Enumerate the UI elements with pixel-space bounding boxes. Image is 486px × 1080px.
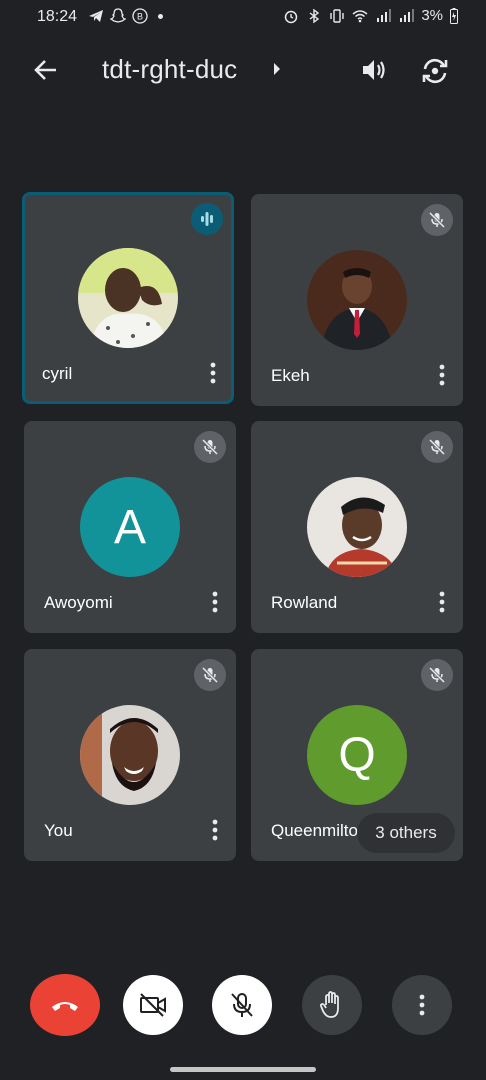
more-vert-icon[interactable] — [439, 591, 445, 613]
telegram-icon — [89, 10, 103, 22]
more-vert-icon[interactable] — [439, 364, 445, 386]
end-call-button[interactable] — [30, 974, 100, 1036]
bluetooth-icon — [309, 8, 320, 23]
participant-name: cyril — [42, 364, 73, 383]
participant-tile-ekeh[interactable]: Ekeh — [251, 194, 463, 406]
camera-off-icon — [140, 993, 166, 1017]
battery-percent: 3% — [421, 7, 443, 24]
hand-icon — [320, 991, 339, 1018]
alarm-icon — [285, 10, 298, 23]
participant-tile-awoyomi[interactable]: A Awoyomi — [24, 421, 236, 633]
system-icons: 3% — [283, 7, 458, 24]
home-indicator[interactable] — [170, 1067, 316, 1072]
participant-name: Rowland — [271, 593, 338, 612]
status-time: 18:24 — [37, 8, 78, 25]
vibrate-icon — [330, 8, 345, 23]
svg-text:B: B — [137, 12, 143, 22]
switch-camera-icon[interactable] — [420, 56, 450, 86]
mic-off-icon — [194, 659, 226, 691]
call-header: tdt-rght-duc — [0, 44, 486, 96]
speaking-indicator-icon — [191, 203, 223, 235]
snapchat-icon — [110, 8, 126, 23]
more-vert-icon[interactable] — [212, 591, 218, 613]
notification-icons: B — [88, 8, 163, 24]
participant-name: Queenmilton — [271, 821, 368, 840]
chevron-right-icon[interactable] — [272, 62, 282, 76]
battery-icon — [450, 7, 458, 24]
avatar-letter: Q — [338, 728, 376, 782]
more-options-button[interactable] — [392, 975, 452, 1035]
participant-tile-you[interactable]: You — [24, 649, 236, 861]
participant-name: You — [44, 821, 73, 840]
mic-off-icon — [421, 659, 453, 691]
mic-off-icon — [421, 204, 453, 236]
avatar — [307, 477, 407, 577]
avatar: Q — [307, 705, 407, 805]
hangup-icon — [52, 1002, 78, 1011]
participant-tile-rowland[interactable]: Rowland — [251, 421, 463, 633]
more-vert-icon — [419, 994, 425, 1016]
notification-dot — [158, 13, 163, 19]
others-pill[interactable]: 3 others — [357, 813, 455, 853]
participant-name: Ekeh — [271, 366, 310, 385]
avatar-letter: A — [113, 500, 146, 554]
signal-icon — [377, 8, 392, 22]
signal-icon — [400, 8, 415, 22]
back-arrow-icon[interactable] — [32, 56, 60, 84]
status-bar: 18:24 B 3% — [0, 0, 486, 34]
camera-toggle-button[interactable] — [123, 975, 183, 1035]
more-vert-icon[interactable] — [212, 819, 218, 841]
avatar — [307, 250, 407, 350]
b-icon: B — [132, 8, 148, 24]
avatar — [80, 705, 180, 805]
participant-name: Awoyomi — [44, 593, 113, 612]
mic-off-icon — [231, 993, 253, 1017]
avatar: A — [80, 477, 180, 577]
mic-off-icon — [194, 431, 226, 463]
participant-tile-cyril[interactable]: cyril — [22, 192, 234, 404]
microphone-toggle-button[interactable] — [212, 975, 272, 1035]
speaker-icon[interactable] — [360, 56, 388, 84]
raise-hand-button[interactable] — [302, 975, 362, 1035]
avatar — [78, 248, 178, 348]
mic-off-icon — [421, 431, 453, 463]
meeting-code-title[interactable]: tdt-rght-duc — [102, 54, 237, 85]
more-vert-icon[interactable] — [210, 362, 216, 384]
wifi-icon — [352, 9, 368, 22]
